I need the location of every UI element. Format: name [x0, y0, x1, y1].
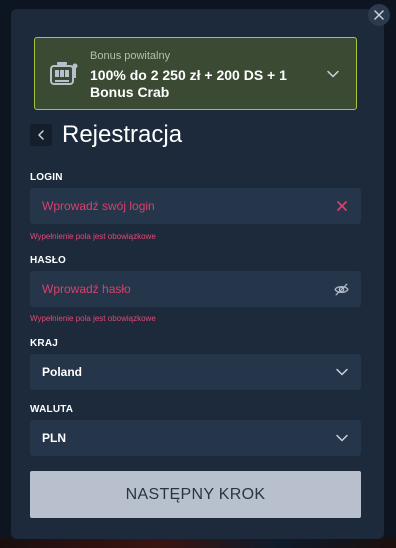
bonus-caption: Bonus powitalny [90, 50, 171, 62]
password-placeholder: Wprowadź hasło [42, 282, 131, 296]
eye-off-icon[interactable] [334, 282, 349, 297]
login-label: LOGIN [30, 172, 63, 183]
background-strip [0, 538, 396, 548]
clear-icon[interactable] [335, 199, 349, 213]
country-value: Poland [42, 365, 83, 379]
login-error: Wypełnienie pola jest obowiązkowe [30, 232, 156, 241]
country-label: KRAJ [30, 338, 59, 349]
chevron-down-icon [336, 368, 348, 376]
login-input[interactable]: Wprowadź swój login [30, 188, 361, 224]
chevron-left-icon [38, 130, 44, 140]
slot-machine-icon [50, 62, 78, 85]
close-icon [374, 10, 384, 20]
currency-select[interactable]: PLN [30, 420, 361, 456]
currency-value: PLN [42, 431, 66, 445]
currency-label: WALUTA [30, 404, 74, 415]
next-step-label: NASTĘPNY KROK [125, 485, 266, 503]
page-title: Rejestracja [62, 121, 183, 148]
close-button[interactable] [368, 4, 390, 26]
back-button[interactable] [30, 124, 52, 146]
bonus-title: 100% do 2 250 zł + 200 DS + 1 Bonus Crab [90, 67, 287, 100]
chevron-down-icon [336, 434, 348, 442]
password-input[interactable]: Wprowadź hasło [30, 271, 361, 307]
country-select[interactable]: Poland [30, 354, 361, 390]
login-placeholder: Wprowadź swój login [42, 199, 155, 213]
password-error: Wypełnienie pola jest obowiązkowe [30, 314, 156, 323]
password-label: HASŁO [30, 255, 66, 266]
next-step-button[interactable]: NASTĘPNY KROK [30, 471, 361, 518]
chevron-down-icon [327, 70, 339, 78]
welcome-bonus-dropdown[interactable]: Bonus powitalny 100% do 2 250 zł + 200 D… [34, 37, 357, 110]
